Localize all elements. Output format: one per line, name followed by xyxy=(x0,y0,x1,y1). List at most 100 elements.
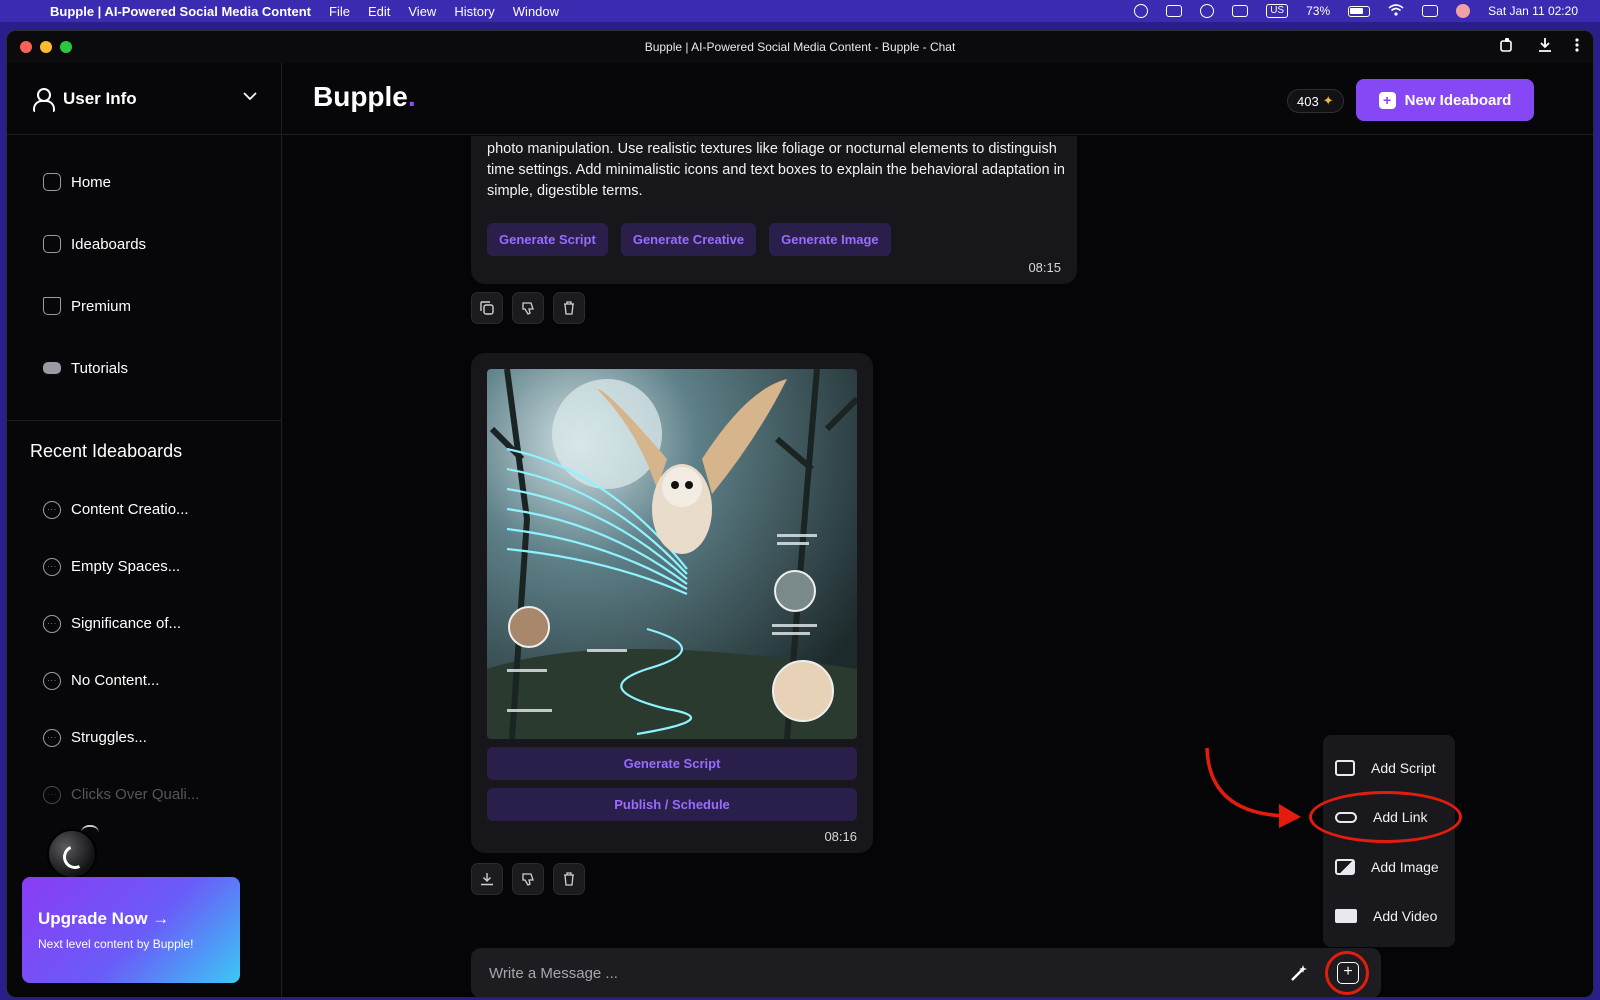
menu-edit[interactable]: Edit xyxy=(368,4,390,19)
generate-script-image-button[interactable]: Generate Script xyxy=(487,747,857,780)
image-icon xyxy=(1335,858,1355,875)
logo-dot: . xyxy=(407,81,416,112)
add-video-item[interactable]: Add Video xyxy=(1323,892,1455,942)
recent-ideaboard-item[interactable]: ··· Clicks Over Quali... xyxy=(7,766,281,823)
nav-home-label: Home xyxy=(71,173,112,191)
nav-home[interactable]: Home xyxy=(7,151,281,213)
add-video-label: Add Video xyxy=(1373,908,1438,925)
nav-ideaboards-label: Ideaboards xyxy=(71,235,147,253)
annotation-arrow-icon xyxy=(1205,747,1301,828)
generate-image-button[interactable]: Generate Image xyxy=(769,223,891,256)
message-actions: Generate Script Generate Creative Genera… xyxy=(487,223,1061,256)
clock[interactable]: Sat Jan 11 02:20 xyxy=(1488,4,1578,18)
chevron-down-icon[interactable] xyxy=(243,87,257,103)
owl-infographic-image[interactable] xyxy=(487,369,857,739)
recent-ideaboard-label: No Content... xyxy=(71,672,160,689)
copy-icon[interactable] xyxy=(471,292,503,324)
zoom-window-button[interactable] xyxy=(60,41,72,53)
chat-bubble-icon: ··· xyxy=(43,500,61,519)
annotation-highlight-ellipse xyxy=(1309,791,1462,843)
nav-ideaboards[interactable]: Ideaboards xyxy=(7,213,281,275)
download-image-icon[interactable] xyxy=(471,863,503,895)
image-timestamp: 08:16 xyxy=(824,829,857,844)
control-center-icon[interactable] xyxy=(1422,5,1439,17)
recent-ideaboard-item[interactable]: ··· Struggles... xyxy=(7,709,281,766)
upgrade-now-card[interactable]: Upgrade Now → Next level content by Bupp… xyxy=(22,877,240,983)
trash-icon[interactable] xyxy=(553,863,585,895)
recent-ideaboard-item[interactable]: ··· No Content... xyxy=(7,652,281,709)
new-ideaboard-button[interactable]: + New Ideaboard xyxy=(1356,79,1534,121)
generate-creative-button[interactable]: Generate Creative xyxy=(620,223,757,256)
menu-view[interactable]: View xyxy=(408,4,436,19)
generate-script-button[interactable]: Generate Script xyxy=(487,223,608,256)
clipboard-icon xyxy=(43,235,61,253)
user-avatar-icon[interactable] xyxy=(1456,4,1471,18)
magic-wand-icon[interactable] xyxy=(1289,963,1309,983)
upgrade-title-text: Upgrade Now xyxy=(38,909,148,928)
nav-tutorials[interactable]: Tutorials xyxy=(7,337,281,399)
graduation-cap-icon xyxy=(43,362,61,374)
video-icon xyxy=(1335,909,1357,924)
sidebar: User Info Home Ideaboards Premium Tutori… xyxy=(7,63,282,997)
bed-status-icon[interactable] xyxy=(1232,5,1249,17)
app-header: Bupple. 403 ✦ + New Ideaboard xyxy=(283,63,1593,135)
new-ideaboard-label: New Ideaboard xyxy=(1404,91,1512,109)
extensions-icon[interactable] xyxy=(1499,37,1515,58)
close-window-button[interactable] xyxy=(20,41,32,53)
trash-icon[interactable] xyxy=(553,292,585,324)
recent-ideaboard-item[interactable]: ··· Content Creatio... xyxy=(7,481,281,538)
chat-bubble-icon: ··· xyxy=(43,785,61,804)
upgrade-subtitle: Next level content by Bupple! xyxy=(38,937,194,951)
message-timestamp: 08:15 xyxy=(1028,260,1061,275)
add-script-item[interactable]: Add Script xyxy=(1323,743,1455,793)
menu-app-name[interactable]: Bupple | AI-Powered Social Media Content xyxy=(50,4,311,19)
nav-tutorials-label: Tutorials xyxy=(71,359,128,377)
message-input[interactable] xyxy=(489,948,1249,997)
sparkle-icon: ✦ xyxy=(1322,93,1334,108)
user-info-label: User Info xyxy=(63,88,137,108)
generated-image-card: Generate Script Publish / Schedule 08:16 xyxy=(471,353,873,853)
chatgpt-status-icon[interactable] xyxy=(1134,4,1149,18)
menu-history[interactable]: History xyxy=(454,4,494,19)
play-status-icon[interactable] xyxy=(1200,4,1215,18)
chat-area: photo manipulation. Use realistic textur… xyxy=(283,136,1593,997)
download-icon[interactable] xyxy=(1537,37,1553,58)
thumbs-down-icon[interactable] xyxy=(512,292,544,324)
menu-file[interactable]: File xyxy=(329,4,350,19)
menu-window[interactable]: Window xyxy=(513,4,559,19)
nav-premium[interactable]: Premium xyxy=(7,275,281,337)
arrow-right-icon: → xyxy=(152,909,170,928)
upgrade-title: Upgrade Now → xyxy=(38,909,240,929)
publish-schedule-button[interactable]: Publish / Schedule xyxy=(487,788,857,821)
user-info-dropdown[interactable]: User Info xyxy=(7,63,281,135)
chat-bubble-icon: ··· xyxy=(43,728,61,747)
display-status-icon[interactable] xyxy=(1166,5,1183,17)
battery-icon[interactable] xyxy=(1348,5,1371,17)
keyboard-layout[interactable]: US xyxy=(1266,4,1289,18)
recent-ideaboard-item[interactable]: ··· Significance of... xyxy=(7,595,281,652)
logo-text: Bupple xyxy=(313,81,408,112)
image-toolbar xyxy=(471,863,585,895)
thumbs-down-icon[interactable] xyxy=(512,863,544,895)
more-options-icon[interactable] xyxy=(1575,37,1579,58)
minimize-window-button[interactable] xyxy=(40,41,52,53)
recent-ideaboard-item[interactable]: ··· Empty Spaces... xyxy=(7,538,281,595)
main-nav: Home Ideaboards Premium Tutorials xyxy=(7,135,281,421)
add-image-item[interactable]: Add Image xyxy=(1323,842,1455,892)
wifi-icon[interactable] xyxy=(1388,3,1404,19)
message-toolbar xyxy=(471,292,585,324)
bupple-logo[interactable]: Bupple. xyxy=(313,81,416,113)
message-composer: + xyxy=(471,948,1381,997)
add-script-label: Add Script xyxy=(1371,759,1436,776)
user-icon xyxy=(33,87,55,112)
credits-badge[interactable]: 403 ✦ xyxy=(1287,89,1344,113)
recent-ideaboard-label: Struggles... xyxy=(71,729,147,746)
recent-ideaboards-heading: Recent Ideaboards xyxy=(30,441,183,461)
plus-icon: + xyxy=(1378,91,1396,109)
recent-ideaboard-label: Significance of... xyxy=(71,615,182,632)
assistant-message: photo manipulation. Use realistic textur… xyxy=(471,136,1077,284)
window-titlebar: Bupple | AI-Powered Social Media Content… xyxy=(7,31,1593,63)
chat-bubble-icon: ··· xyxy=(43,557,61,576)
message-text: photo manipulation. Use realistic textur… xyxy=(487,141,1065,199)
bomb-mascot-icon xyxy=(47,829,97,879)
